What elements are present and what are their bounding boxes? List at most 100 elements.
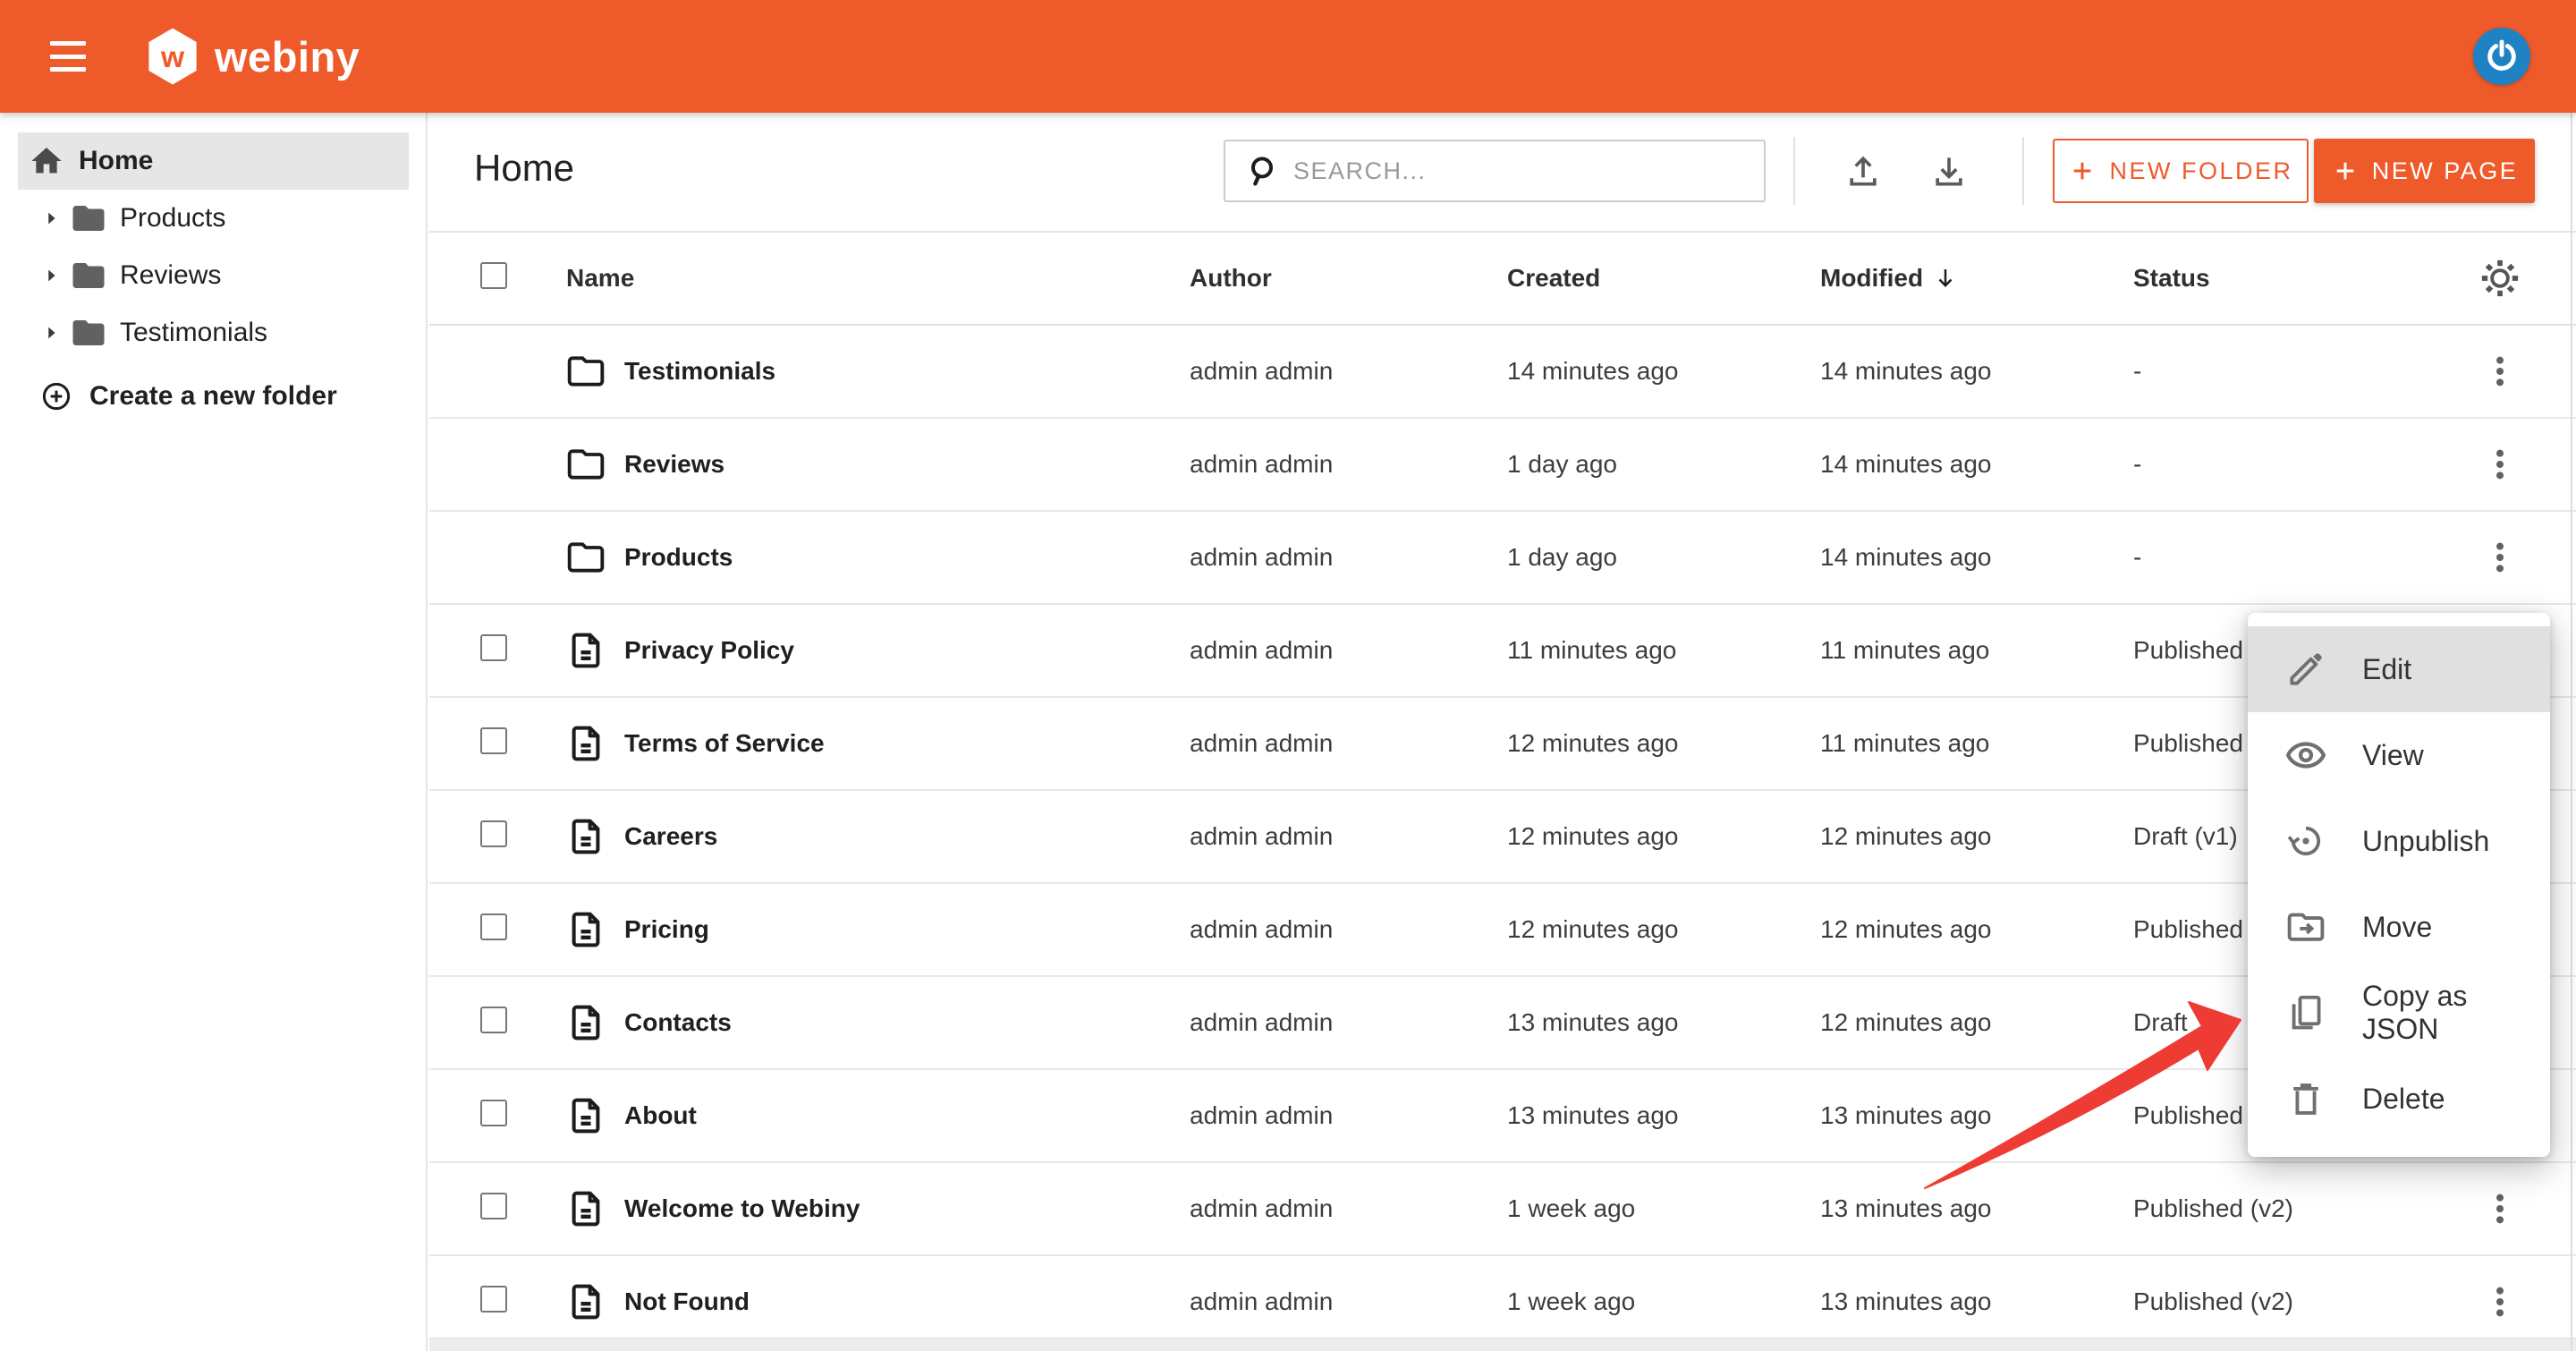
row-modified: 11 minutes ago: [1820, 729, 2133, 758]
folder-icon: [70, 200, 107, 237]
page-icon: [566, 910, 606, 949]
row-created: 12 minutes ago: [1507, 729, 1820, 758]
context-menu-item-move[interactable]: Move: [2248, 884, 2550, 970]
import-button[interactable]: [1835, 143, 1891, 199]
row-checkbox[interactable]: [480, 634, 507, 661]
column-header-status[interactable]: Status: [2133, 264, 2451, 293]
new-page-button[interactable]: NEW PAGE: [2314, 139, 2535, 203]
folder-tree-sidebar: Home Products Reviews Testimonials Creat…: [0, 113, 428, 1351]
row-created: 1 day ago: [1507, 543, 1820, 572]
page-icon: [566, 817, 606, 856]
context-menu-item-copy-as-json[interactable]: Copy as JSON: [2248, 970, 2550, 1056]
create-folder-label: Create a new folder: [89, 381, 337, 412]
bottom-background-strip: [429, 1338, 2576, 1351]
plus-icon: [2331, 157, 2360, 185]
context-menu-item-view[interactable]: View: [2248, 712, 2550, 798]
row-status: -: [2133, 357, 2451, 386]
delete-icon: [2285, 1078, 2326, 1119]
table-row[interactable]: Welcome to Webiny admin admin 1 week ago…: [429, 1163, 2576, 1256]
column-header-created[interactable]: Created: [1507, 264, 1820, 293]
row-modified: 13 minutes ago: [1820, 1101, 2133, 1130]
content-header: Home NEW FOLDER NEW PAGE: [429, 113, 2576, 231]
context-menu-item-delete[interactable]: Delete: [2248, 1056, 2550, 1142]
row-checkbox[interactable]: [480, 913, 507, 940]
settings-gear-icon[interactable]: [2479, 258, 2521, 299]
row-checkbox[interactable]: [480, 820, 507, 847]
hamburger-menu-icon[interactable]: [50, 41, 86, 72]
search-input[interactable]: [1293, 157, 1755, 185]
home-icon: [29, 143, 64, 179]
new-folder-button[interactable]: NEW FOLDER: [2053, 139, 2309, 203]
row-author: admin admin: [1190, 1194, 1507, 1223]
row-checkbox[interactable]: [480, 1286, 507, 1313]
user-avatar[interactable]: [2473, 28, 2530, 85]
kebab-menu-icon[interactable]: [2482, 540, 2518, 575]
row-modified: 14 minutes ago: [1820, 357, 2133, 386]
caret-right-icon[interactable]: [41, 323, 61, 343]
top-app-bar: w webiny: [0, 0, 2576, 113]
column-header-modified[interactable]: Modified: [1820, 264, 2133, 293]
row-name: Welcome to Webiny: [624, 1194, 1190, 1223]
row-checkbox[interactable]: [480, 1100, 507, 1126]
column-header-name[interactable]: Name: [566, 264, 1190, 293]
context-menu-item-edit[interactable]: Edit: [2248, 626, 2550, 712]
row-created: 13 minutes ago: [1507, 1008, 1820, 1037]
page-title: Home: [474, 147, 574, 190]
kebab-menu-icon[interactable]: [2482, 446, 2518, 482]
gravatar-power-icon: [2483, 38, 2521, 75]
row-modified: 12 minutes ago: [1820, 915, 2133, 944]
context-menu-item-unpublish[interactable]: Unpublish: [2248, 798, 2550, 884]
row-checkbox[interactable]: [480, 1193, 507, 1219]
table-row[interactable]: Reviews admin admin 1 day ago 14 minutes…: [429, 419, 2576, 512]
scrollbar-track[interactable]: [2571, 113, 2572, 1351]
folder-icon: [70, 314, 107, 352]
row-name: Terms of Service: [624, 729, 1190, 758]
page-icon: [566, 1003, 606, 1042]
sidebar-item-home[interactable]: Home: [18, 132, 409, 190]
row-modified: 12 minutes ago: [1820, 1008, 2133, 1037]
row-modified: 11 minutes ago: [1820, 636, 2133, 665]
search-icon: [1243, 153, 1279, 189]
row-created: 11 minutes ago: [1507, 636, 1820, 665]
column-header-author[interactable]: Author: [1190, 264, 1507, 293]
move-icon: [2285, 906, 2326, 947]
sidebar-folder-item[interactable]: Products: [0, 190, 426, 247]
kebab-menu-icon[interactable]: [2482, 353, 2518, 389]
page-icon: [566, 1189, 606, 1228]
select-all-checkbox[interactable]: [480, 262, 507, 289]
caret-right-icon[interactable]: [41, 208, 61, 228]
row-checkbox[interactable]: [480, 1007, 507, 1033]
row-status: -: [2133, 543, 2451, 572]
sidebar-folder-item[interactable]: Reviews: [0, 247, 426, 304]
table-row[interactable]: Testimonials admin admin 14 minutes ago …: [429, 326, 2576, 419]
export-button[interactable]: [1921, 143, 1977, 199]
table-row[interactable]: Products admin admin 1 day ago 14 minute…: [429, 512, 2576, 605]
folder-tree: Products Reviews Testimonials: [0, 190, 426, 361]
webiny-hexagon-icon: w: [145, 26, 200, 87]
row-modified: 14 minutes ago: [1820, 450, 2133, 479]
create-new-folder-button[interactable]: Create a new folder: [0, 368, 426, 425]
context-menu-item-label: Delete: [2362, 1083, 2445, 1116]
row-author: admin admin: [1190, 636, 1507, 665]
row-modified: 13 minutes ago: [1820, 1194, 2133, 1223]
brand-wordmark: webiny: [215, 32, 360, 81]
row-author: admin admin: [1190, 729, 1507, 758]
kebab-menu-icon[interactable]: [2482, 1191, 2518, 1227]
row-author: admin admin: [1190, 822, 1507, 851]
row-created: 13 minutes ago: [1507, 1101, 1820, 1130]
table-header-row: Name Author Created Modified Status: [429, 231, 2576, 326]
upload-icon: [1843, 151, 1883, 191]
row-author: admin admin: [1190, 357, 1507, 386]
toolbar-divider: [2022, 137, 2024, 205]
table-row[interactable]: Not Found admin admin 1 week ago 13 minu…: [429, 1256, 2576, 1349]
context-menu-item-label: View: [2362, 739, 2424, 772]
kebab-menu-icon[interactable]: [2482, 1284, 2518, 1320]
row-name: Not Found: [624, 1287, 1190, 1316]
caret-right-icon[interactable]: [41, 266, 61, 285]
row-modified: 12 minutes ago: [1820, 822, 2133, 851]
row-name: Privacy Policy: [624, 636, 1190, 665]
row-status: -: [2133, 450, 2451, 479]
add-circle-icon: [39, 379, 73, 413]
row-checkbox[interactable]: [480, 727, 507, 754]
sidebar-folder-item[interactable]: Testimonials: [0, 304, 426, 361]
